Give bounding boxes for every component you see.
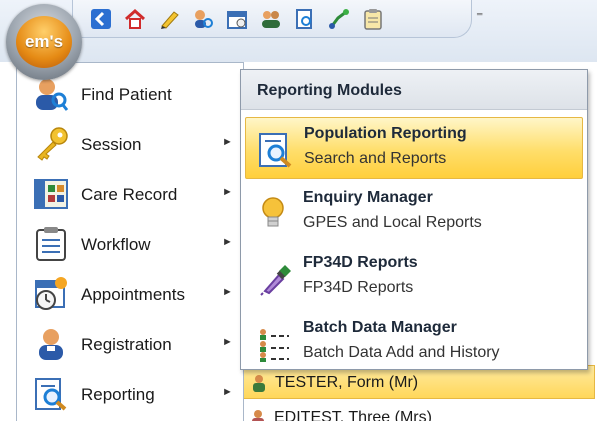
menu-item-label: Care Record xyxy=(81,185,178,204)
bulb-icon xyxy=(255,194,295,234)
edit-icon[interactable] xyxy=(158,8,180,30)
registration-icon xyxy=(33,326,69,362)
submenu-header: Reporting Modules xyxy=(241,70,587,110)
menu-item-reporting[interactable]: Reporting ► xyxy=(17,369,243,419)
quick-access-toolbar: ⁼ xyxy=(0,0,597,62)
appointments-icon xyxy=(33,276,69,312)
orb-label: em's xyxy=(24,32,64,51)
submenu-title: Reporting Modules xyxy=(257,82,402,99)
menu-item-appointments[interactable]: Appointments ► xyxy=(17,269,243,319)
branch-icon[interactable] xyxy=(328,8,350,30)
menu-item-label: Session xyxy=(81,135,142,154)
reporting-modules-submenu: Reporting Modules Population Reporting S… xyxy=(240,69,588,370)
menu-item-workflow[interactable]: Workflow ► xyxy=(17,219,243,269)
menu-item-label: Find Patient xyxy=(81,85,172,104)
menu-item-label: Workflow xyxy=(81,235,151,254)
submenu-item-batch-data-manager[interactable]: Batch Data Manager Batch Data Add and Hi… xyxy=(245,312,583,374)
menu-item-registration[interactable]: Registration ► xyxy=(17,319,243,369)
user-search-icon[interactable] xyxy=(192,8,214,30)
menu-item-session[interactable]: Session ► xyxy=(17,119,243,169)
submenu-item-population-reporting[interactable]: Population Reporting Search and Reports xyxy=(245,117,583,179)
submenu-arrow-icon: ► xyxy=(222,386,233,398)
customize-toolbar-icon[interactable]: ⁼ xyxy=(476,8,483,25)
application-menu: Find Patient Session ► Care Record ► Wor… xyxy=(16,62,244,421)
menu-item-label: Appointments xyxy=(81,285,185,304)
back-icon[interactable] xyxy=(90,8,112,30)
report-icon[interactable] xyxy=(294,8,316,30)
reporting-icon xyxy=(33,376,69,412)
submenu-item-title: FP34D Reports xyxy=(303,254,418,271)
care-record-icon xyxy=(33,176,69,212)
quick-access-icons xyxy=(90,2,384,36)
home-icon[interactable] xyxy=(124,8,146,30)
submenu-item-enquiry-manager[interactable]: Enquiry Manager GPES and Local Reports xyxy=(245,182,583,244)
submenu-arrow-icon: ► xyxy=(222,136,233,148)
submenu-arrow-icon: ► xyxy=(222,286,233,298)
submenu-arrow-icon: ► xyxy=(222,236,233,248)
submenu-item-description: Batch Data Add and History xyxy=(303,344,500,361)
submenu-arrow-icon: ► xyxy=(222,186,233,198)
patient-icon xyxy=(251,374,267,392)
patient-list-row[interactable]: EDITEST, Three (Mrs) xyxy=(240,401,595,421)
application-orb-button[interactable]: em's xyxy=(6,4,82,80)
submenu-item-description: FP34D Reports xyxy=(303,279,414,296)
submenu-item-title: Population Reporting xyxy=(304,125,467,142)
people-icon[interactable] xyxy=(260,8,282,30)
submenu-item-fp34d-reports[interactable]: FP34D Reports FP34D Reports xyxy=(245,247,583,309)
clipboard-icon[interactable] xyxy=(362,8,384,30)
menu-item-label: Reporting xyxy=(81,385,155,404)
patient-name: TESTER, Form (Mr) xyxy=(275,374,419,391)
workflow-icon xyxy=(33,226,69,262)
patient-name: EDITEST, Three (Mrs) xyxy=(274,409,432,421)
menu-item-care-record[interactable]: Care Record ► xyxy=(17,169,243,219)
submenu-item-title: Enquiry Manager xyxy=(303,189,433,206)
batch-icon xyxy=(255,324,295,364)
patient-icon xyxy=(250,409,266,421)
calendar-icon[interactable] xyxy=(226,8,248,30)
population-reporting-icon xyxy=(256,130,296,170)
submenu-item-description: Search and Reports xyxy=(304,150,447,167)
orb-logo: em's xyxy=(16,16,72,68)
find-patient-icon xyxy=(33,76,69,112)
menu-item-label: Registration xyxy=(81,335,172,354)
pipette-icon xyxy=(255,259,295,299)
submenu-arrow-icon: ► xyxy=(222,336,233,348)
key-icon xyxy=(33,126,69,162)
submenu-item-title: Batch Data Manager xyxy=(303,319,457,336)
submenu-item-description: GPES and Local Reports xyxy=(303,214,482,231)
